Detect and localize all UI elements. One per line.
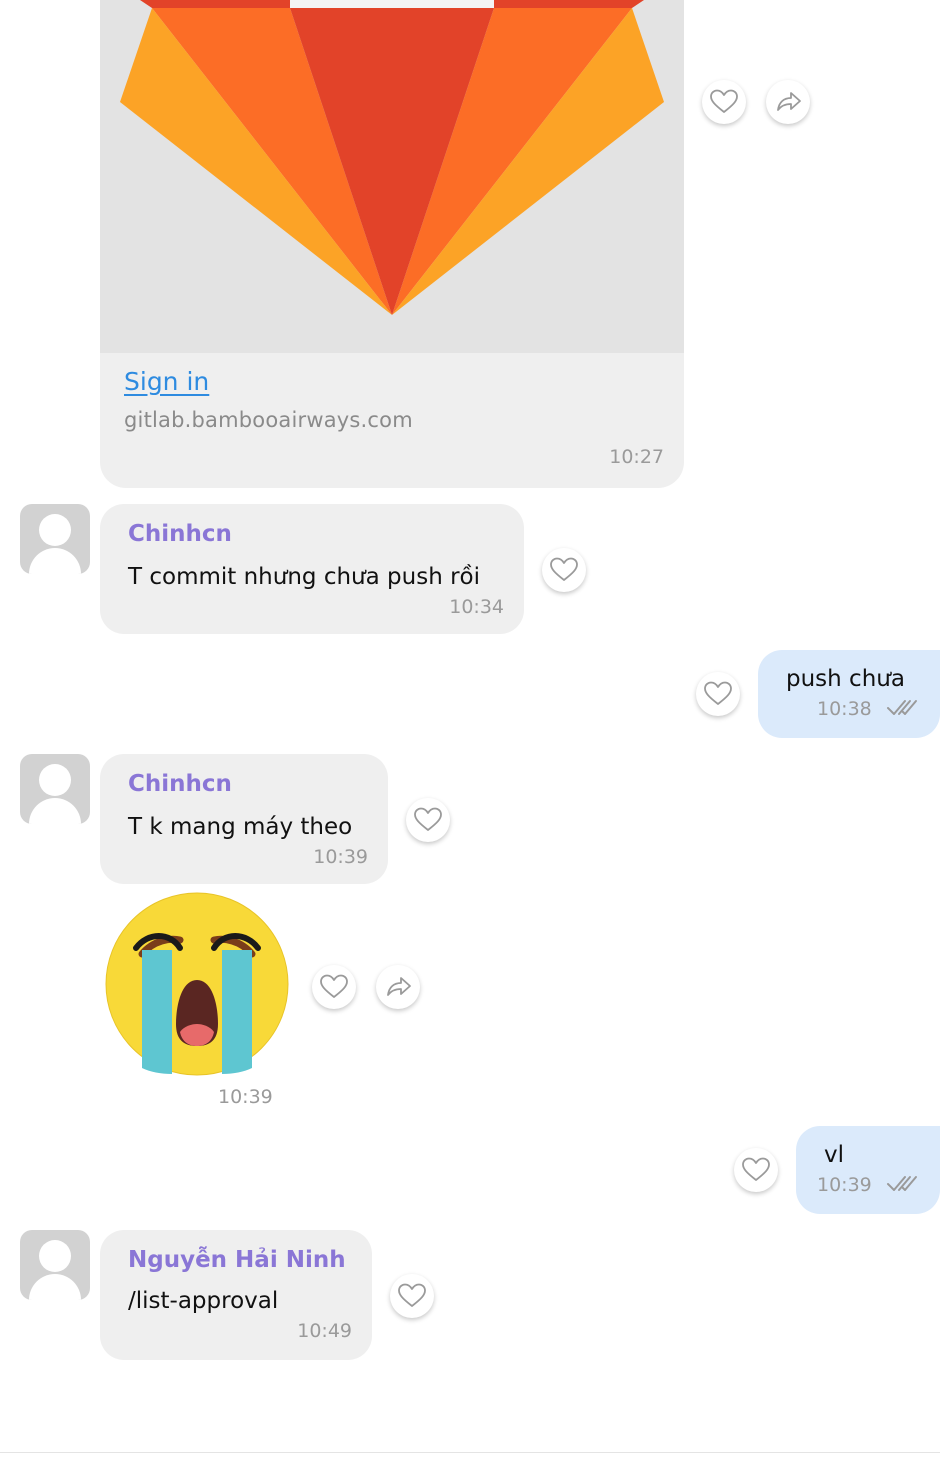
like-button[interactable] (696, 672, 740, 716)
message-time: 10:49 (297, 1320, 352, 1342)
avatar-placeholder-icon (39, 1240, 71, 1272)
outgoing-message-bubble[interactable]: push chưa 10:38 (758, 650, 940, 738)
share-button[interactable] (376, 965, 420, 1009)
double-check-icon (887, 700, 917, 715)
avatar-placeholder-icon (39, 514, 71, 546)
like-button[interactable] (542, 548, 586, 592)
heart-icon (414, 807, 442, 831)
message-text: T commit nhưng chưa push rồi (128, 564, 480, 590)
link-preview-card[interactable]: Sign in gitlab.bambooairways.com 10:27 (100, 0, 684, 488)
avatar[interactable] (20, 754, 90, 824)
heart-icon (710, 89, 738, 113)
share-icon (777, 92, 801, 111)
avatar[interactable] (20, 1230, 90, 1300)
sender-name[interactable]: Chinhcn (128, 771, 232, 797)
composer-divider (0, 1452, 940, 1453)
like-button[interactable] (734, 1148, 778, 1192)
preview-sign-in-link[interactable]: Sign in (124, 367, 209, 396)
like-button[interactable] (312, 965, 356, 1009)
message-time: 10:34 (449, 596, 504, 618)
link-preview-image (100, 0, 684, 353)
message-time: 10:39 (218, 1086, 273, 1108)
message-time: 10:38 (817, 698, 872, 720)
heart-icon (742, 1157, 770, 1181)
message-time: 10:27 (609, 446, 664, 468)
avatar[interactable] (20, 504, 90, 574)
message-bubble[interactable]: Nguyễn Hải Ninh /list-approval 10:49 (100, 1230, 372, 1360)
like-button[interactable] (702, 80, 746, 124)
heart-icon (550, 557, 578, 581)
preview-domain: gitlab.bambooairways.com (124, 408, 413, 432)
crying-face-icon (105, 892, 289, 1076)
share-button[interactable] (766, 80, 810, 124)
sender-name[interactable]: Nguyễn Hải Ninh (128, 1247, 346, 1273)
message-bubble[interactable]: Chinhcn T commit nhưng chưa push rồi 10:… (100, 504, 524, 634)
message-bubble[interactable]: Chinhcn T k mang máy theo 10:39 (100, 754, 388, 884)
message-text: T k mang máy theo (128, 814, 353, 840)
gitlab-logo-image (100, 0, 684, 353)
message-text: push chưa (786, 666, 905, 692)
sender-name[interactable]: Chinhcn (128, 521, 232, 547)
like-button[interactable] (390, 1274, 434, 1318)
message-time: 10:39 (817, 1174, 872, 1196)
like-button[interactable] (406, 798, 450, 842)
heart-icon (320, 974, 348, 998)
heart-icon (398, 1283, 426, 1307)
crying-face-sticker[interactable] (104, 892, 290, 1076)
outgoing-message-bubble[interactable]: vl 10:39 (796, 1126, 940, 1214)
double-check-icon (887, 1176, 917, 1191)
message-text: vl (824, 1142, 845, 1168)
avatar-placeholder-icon (39, 764, 71, 796)
share-icon (387, 977, 411, 996)
message-time: 10:39 (313, 846, 368, 868)
message-text: /list-approval (128, 1288, 279, 1314)
heart-icon (704, 681, 732, 705)
